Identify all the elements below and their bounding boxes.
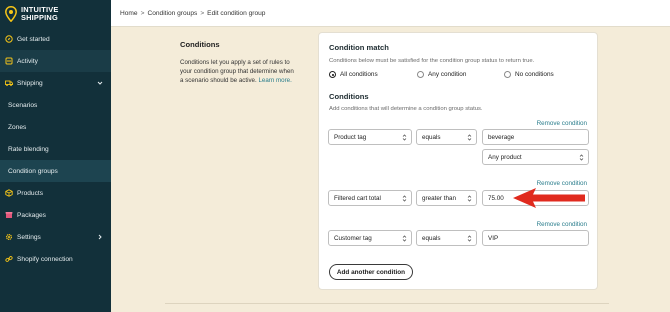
sidebar-item-label: Scenarios <box>8 101 38 109</box>
condition-match-help: Conditions below must be satisfied for t… <box>329 58 535 64</box>
conditions-card: Condition match Conditions below must be… <box>318 32 598 290</box>
radio-any-condition[interactable]: Any condition <box>417 71 504 78</box>
breadcrumb-home[interactable]: Home <box>120 10 138 17</box>
condition-match-options: All conditions Any condition No conditio… <box>329 71 554 78</box>
input-value: 75.00 <box>488 194 504 202</box>
sidebar-item-label: Settings <box>17 233 41 241</box>
sidebar-item-scenarios[interactable]: Scenarios <box>0 94 111 116</box>
section-title: Conditions <box>180 40 220 49</box>
select-value: Customer tag <box>334 234 372 242</box>
brand-logo[interactable]: INTUITIVE SHIPPING <box>0 0 111 28</box>
condition-match-title: Condition match <box>329 43 389 52</box>
conditions-description: Conditions Conditions let you apply a se… <box>180 40 298 85</box>
radio-label: No conditions <box>515 71 554 78</box>
select-value: equals <box>422 234 441 242</box>
select-value: Any product <box>488 153 522 161</box>
select-arrows-icon <box>467 235 472 242</box>
box-icon <box>5 189 13 197</box>
conditions-title: Conditions <box>329 92 369 101</box>
sidebar-item-label: Get started <box>17 35 50 43</box>
sidebar-item-label: Activity <box>17 57 38 65</box>
condition-field-select[interactable]: Customer tag <box>328 230 412 246</box>
sidebar-item-rate-blending[interactable]: Rate blending <box>0 138 111 160</box>
sidebar-item-condition-groups[interactable]: Condition groups <box>0 160 111 182</box>
sidebar-item-settings[interactable]: Settings <box>0 226 111 248</box>
input-value: VIP <box>488 234 499 242</box>
select-arrows-icon <box>402 235 407 242</box>
sidebar-item-zones[interactable]: Zones <box>0 116 111 138</box>
condition-field-select[interactable]: Product tag <box>328 129 412 145</box>
radio-all-conditions[interactable]: All conditions <box>329 71 417 78</box>
truck-icon <box>5 80 13 87</box>
sidebar-item-products[interactable]: Products <box>0 182 111 204</box>
remove-condition-link[interactable]: Remove condition <box>537 120 587 127</box>
condition-operator-select[interactable]: greater than <box>416 190 477 206</box>
compass-icon <box>5 35 13 43</box>
gear-icon <box>5 233 13 241</box>
link-icon <box>5 256 13 262</box>
breadcrumb: Home > Condition groups > Edit condition… <box>111 0 670 27</box>
select-value: Filtered cart total <box>334 194 381 202</box>
select-arrows-icon <box>467 195 472 202</box>
select-arrows-icon <box>402 195 407 202</box>
breadcrumb-separator: > <box>140 9 145 17</box>
radio-label: All conditions <box>340 71 378 78</box>
sidebar-item-label: Condition groups <box>8 167 58 175</box>
sidebar-item-label: Packages <box>17 211 46 219</box>
condition-value-input[interactable]: beverage <box>482 129 589 145</box>
chevron-right-icon <box>98 234 102 240</box>
sidebar-item-label: Shopify connection <box>17 255 73 263</box>
breadcrumb-condition-groups[interactable]: Condition groups <box>147 10 197 17</box>
select-arrows-icon <box>579 154 584 161</box>
select-arrows-icon <box>467 134 472 141</box>
add-another-condition-button[interactable]: Add another condition <box>329 264 413 280</box>
input-value: beverage <box>488 133 515 141</box>
remove-condition-link[interactable]: Remove condition <box>537 180 587 187</box>
sidebar-item-get-started[interactable]: Get started <box>0 28 111 50</box>
conditions-help: Add conditions that will determine a con… <box>329 106 483 112</box>
product-scope-select[interactable]: Any product <box>482 149 589 165</box>
remove-condition-link[interactable]: Remove condition <box>537 221 587 228</box>
sidebar: INTUITIVE SHIPPING Get started Activity … <box>0 0 111 312</box>
select-value: equals <box>422 133 441 141</box>
package-icon <box>5 212 13 218</box>
radio-selected-icon <box>329 71 336 78</box>
condition-operator-select[interactable]: equals <box>416 129 477 145</box>
breadcrumb-separator: > <box>200 9 205 17</box>
sidebar-item-shipping[interactable]: Shipping <box>0 72 111 94</box>
breadcrumb-current: Edit condition group <box>207 9 266 17</box>
sidebar-item-label: Rate blending <box>8 145 49 153</box>
select-value: Product tag <box>334 133 367 141</box>
brand-name: INTUITIVE SHIPPING <box>21 6 59 21</box>
select-value: greater than <box>422 194 456 202</box>
learn-more-link[interactable]: Learn more. <box>258 77 291 84</box>
radio-unselected-icon <box>417 71 424 78</box>
brand-name-line2: SHIPPING <box>21 13 58 22</box>
select-arrows-icon <box>402 134 407 141</box>
footer-divider <box>165 303 609 304</box>
section-help-text: Conditions let you apply a set of rules … <box>180 58 298 85</box>
condition-operator-select[interactable]: equals <box>416 230 477 246</box>
annotation-arrow-icon <box>513 188 585 208</box>
sidebar-item-label: Products <box>17 189 44 197</box>
sidebar-item-shopify-connection[interactable]: Shopify connection <box>0 248 111 270</box>
sidebar-item-label: Zones <box>8 123 27 131</box>
chevron-down-icon <box>97 81 103 85</box>
condition-value-input[interactable]: VIP <box>482 230 589 246</box>
sidebar-item-packages[interactable]: Packages <box>0 204 111 226</box>
sidebar-item-activity[interactable]: Activity <box>0 50 111 72</box>
radio-unselected-icon <box>504 71 511 78</box>
radio-label: Any condition <box>428 71 467 78</box>
radio-no-conditions[interactable]: No conditions <box>504 71 554 78</box>
activity-icon <box>5 57 13 65</box>
condition-field-select[interactable]: Filtered cart total <box>328 190 412 206</box>
sidebar-item-label: Shipping <box>17 79 43 87</box>
location-pin-icon <box>5 6 17 22</box>
